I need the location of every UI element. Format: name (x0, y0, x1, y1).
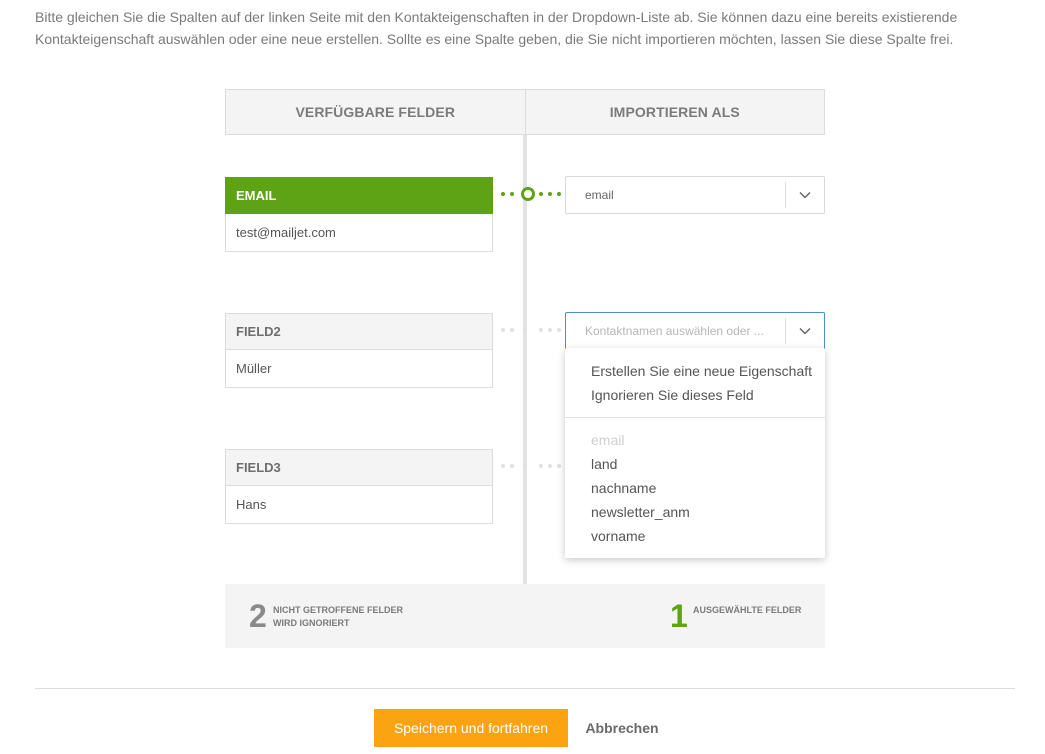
header-available-fields: VERFÜGBARE FELDER (225, 89, 526, 135)
selected-label: AUSGEWÄHLTE FELDER (693, 605, 802, 615)
field-sample-value: Hans (236, 497, 267, 512)
field-sample-value: test@mailjet.com (236, 225, 336, 240)
chevron-down-icon[interactable] (786, 177, 824, 213)
mapping-summary: 2 NICHT GETROFFENE FELDER WIRD IGNORIERT… (225, 584, 825, 648)
footer-divider (35, 688, 1015, 689)
field-name: EMAIL (225, 177, 493, 214)
property-dropdown-menu: Erstellen Sie eine neue Eigenschaft Igno… (565, 348, 825, 558)
dropdown-option-vorname[interactable]: vorname (591, 528, 645, 544)
unmatched-label: NICHT GETROFFENE FELDER WIRD IGNORIERT (273, 605, 403, 628)
field-sample-value: Müller (236, 361, 272, 376)
field-name: FIELD3 (226, 450, 492, 486)
select-placeholder: Kontaktnamen auswählen oder ... (585, 324, 764, 338)
connector-node-icon (523, 464, 527, 468)
save-and-continue-button[interactable]: Speichern und fortfahren (374, 709, 568, 747)
import-as-select-email[interactable]: email (565, 176, 825, 214)
dropdown-option-email: email (591, 432, 625, 448)
intro-text: Bitte gleichen Sie die Spalten auf der l… (35, 9, 958, 47)
selected-count: 1 (670, 598, 688, 634)
dropdown-option-land[interactable]: land (591, 456, 617, 472)
field-card-field2: FIELD2 Müller (225, 313, 493, 388)
unmatched-count: 2 (249, 598, 267, 634)
dropdown-divider (565, 417, 825, 418)
cancel-button[interactable]: Abbrechen (584, 709, 660, 747)
dropdown-ignore-field[interactable]: Ignorieren Sie dieses Feld (591, 387, 754, 403)
chevron-down-icon[interactable] (786, 313, 824, 349)
connector-field2 (501, 325, 561, 335)
import-as-select-field2[interactable]: Kontaktnamen auswählen oder ... (565, 312, 825, 350)
dropdown-create-property[interactable]: Erstellen Sie eine neue Eigenschaft (591, 363, 812, 379)
connector-field3 (501, 461, 561, 471)
center-divider (523, 89, 527, 584)
header-import-as: IMPORTIEREN ALS (525, 89, 825, 135)
field-card-field3: FIELD3 Hans (225, 449, 493, 524)
connector-node-icon (521, 187, 535, 201)
field-card-email: EMAIL test@mailjet.com (225, 177, 493, 252)
dropdown-option-nachname[interactable]: nachname (591, 480, 656, 496)
select-value: email (585, 188, 614, 202)
connector-node-icon (523, 328, 527, 332)
connector-email (501, 187, 561, 201)
column-headers: VERFÜGBARE FELDER IMPORTIEREN ALS (225, 89, 825, 135)
field-name: FIELD2 (226, 314, 492, 350)
dropdown-option-newsletter-anm[interactable]: newsletter_anm (591, 504, 690, 520)
